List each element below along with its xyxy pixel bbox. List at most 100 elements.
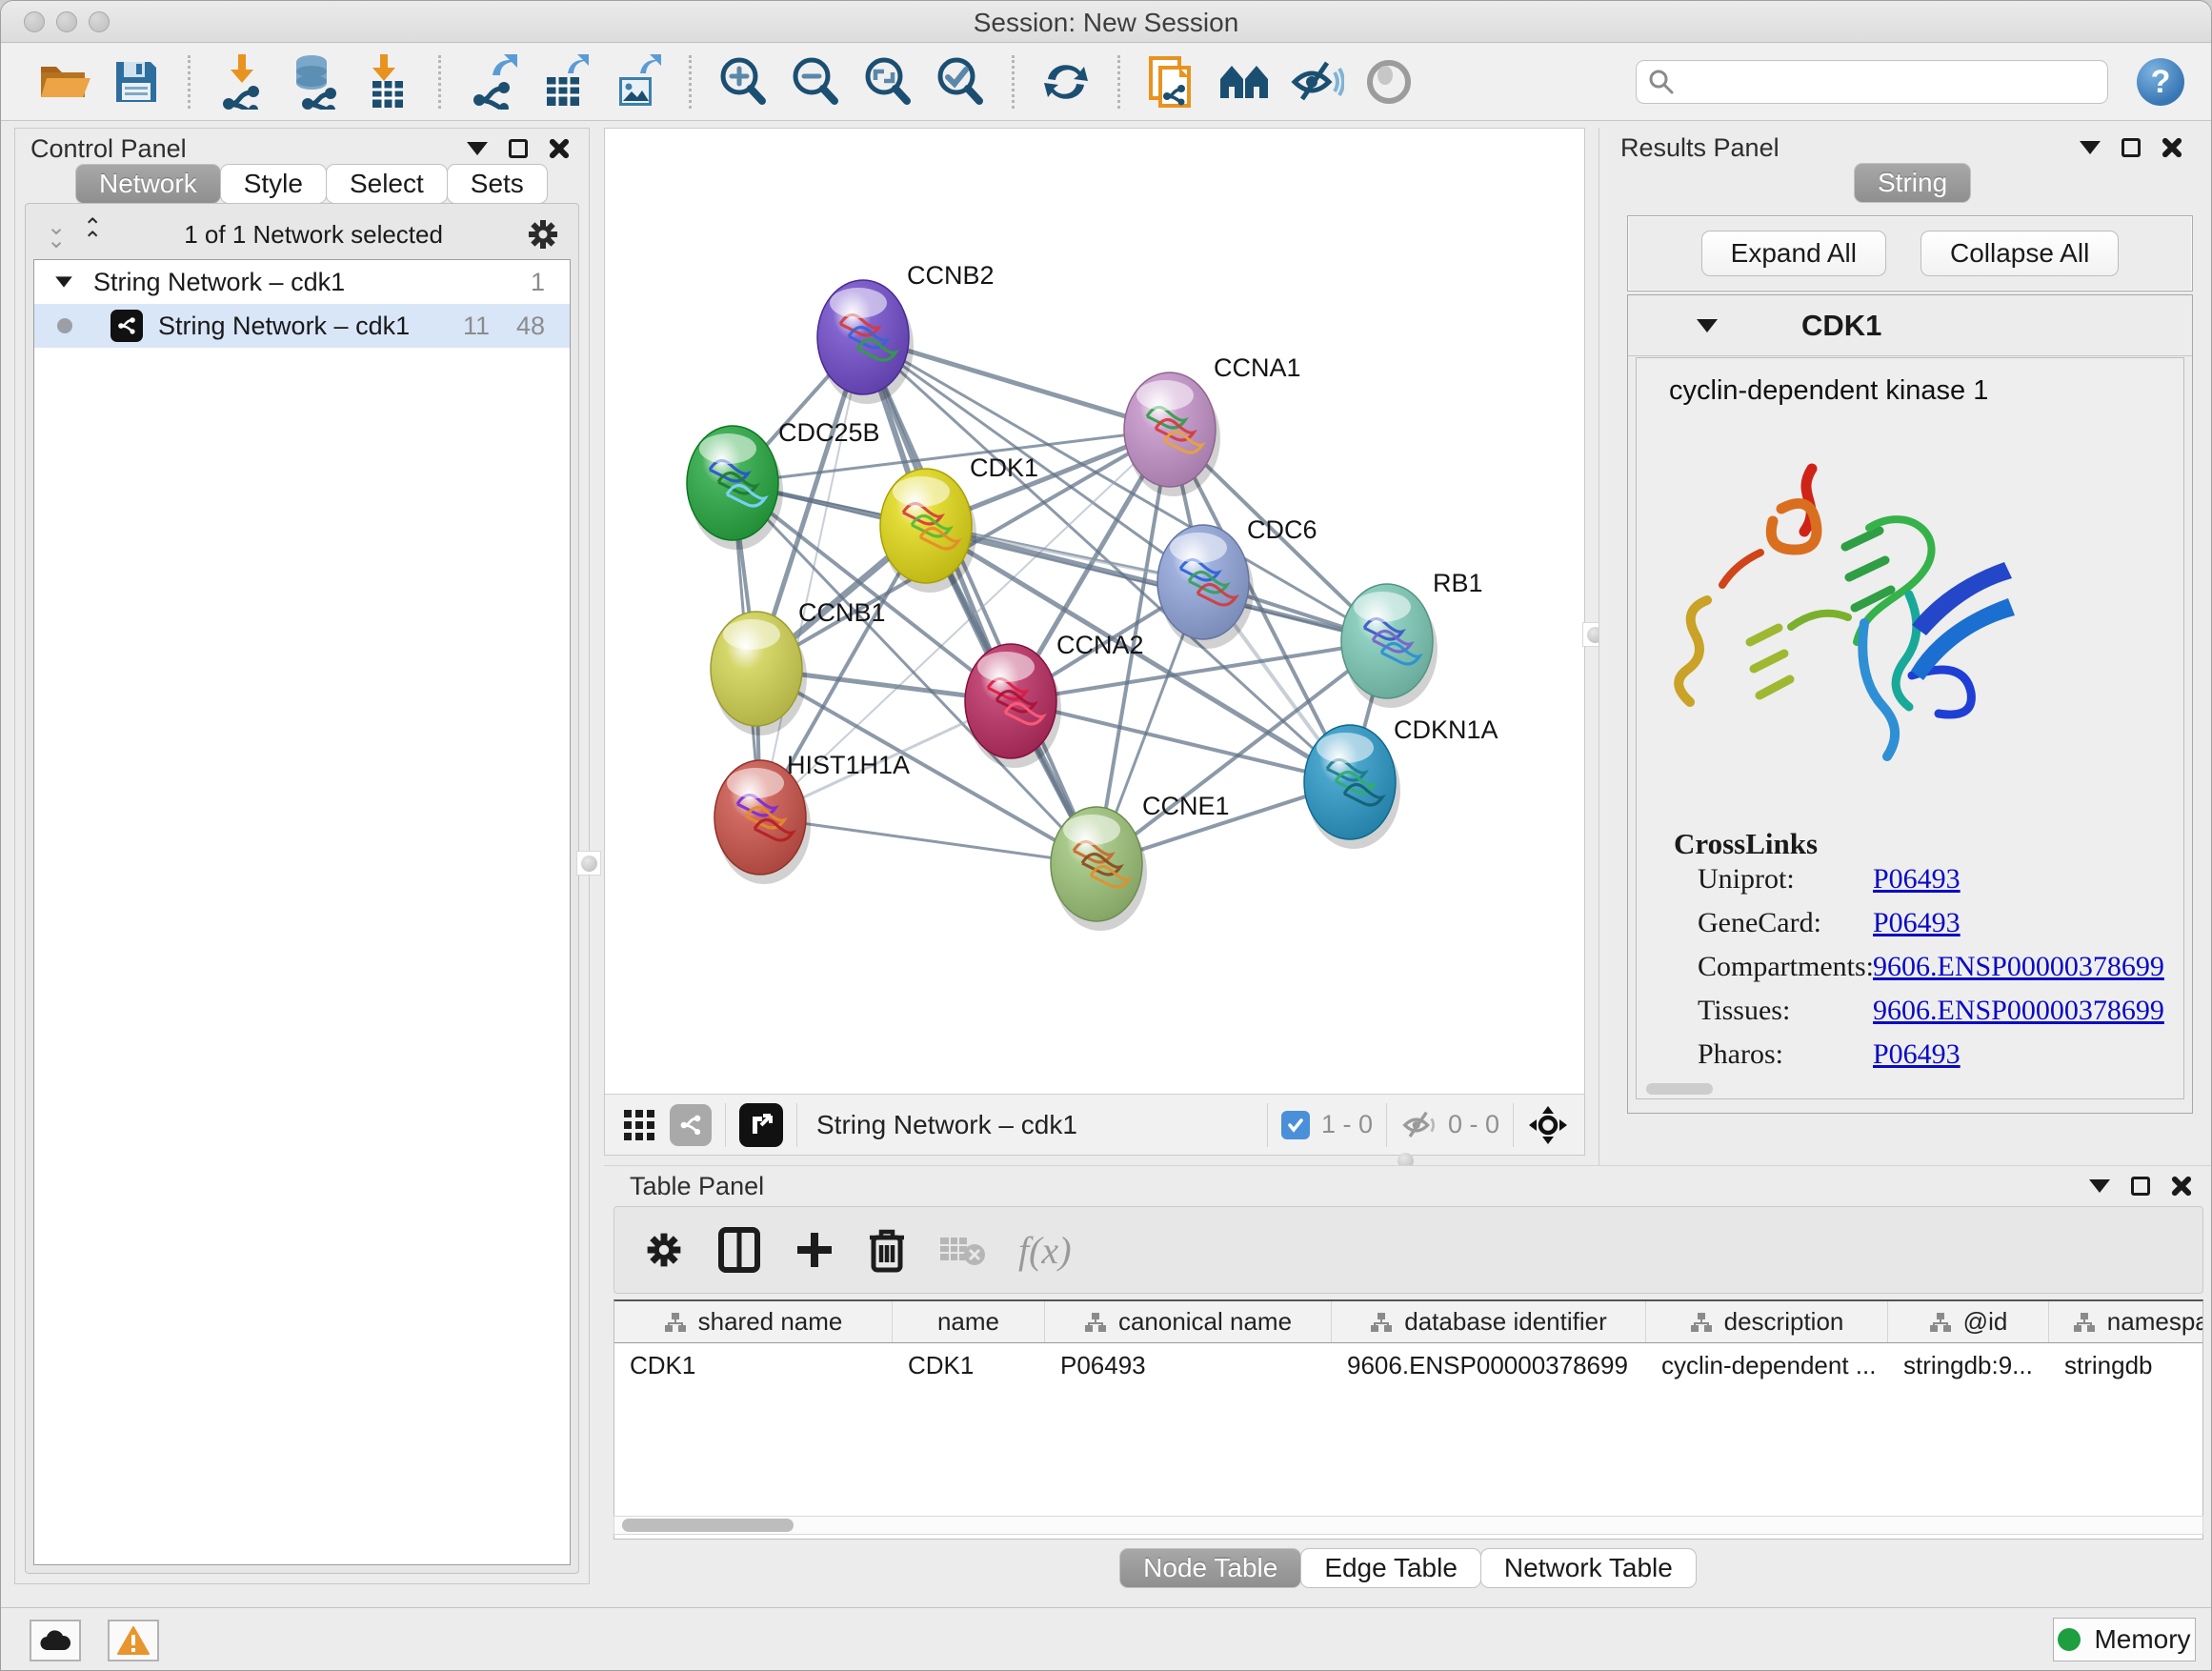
column-header-name[interactable]: name	[893, 1301, 1045, 1342]
collection-expander-icon[interactable]	[55, 276, 72, 287]
panel-menu-icon[interactable]	[467, 142, 488, 155]
tab-network-table[interactable]: Network Table	[1480, 1548, 1697, 1588]
panel-menu-icon[interactable]	[2089, 1179, 2110, 1193]
crosslink-link[interactable]: 9606.ENSP00000378699	[1873, 995, 2164, 1027]
show-graphics-details-button[interactable]	[1359, 52, 1418, 111]
network-node-CDC25B[interactable]: CDC25B	[687, 418, 880, 550]
show-columns-icon[interactable]	[717, 1226, 761, 1274]
network-node-RB1[interactable]: RB1	[1341, 569, 1483, 708]
expand-all-networks-icon[interactable]: ⌃⌃	[83, 221, 102, 248]
crosslink-link[interactable]: P06493	[1873, 907, 1961, 939]
annotations-button[interactable]	[1142, 52, 1201, 111]
export-table-button[interactable]	[535, 52, 594, 111]
cloud-status-button[interactable]	[30, 1620, 81, 1661]
zoom-selected-button[interactable]	[931, 52, 990, 111]
hide-graphics-details-button[interactable]	[1287, 52, 1346, 111]
network-node-CDKN1A[interactable]: CDKN1A	[1304, 715, 1498, 849]
cell-description[interactable]: cyclin-dependent ...	[1646, 1343, 1888, 1387]
cell-canonical-name[interactable]: P06493	[1045, 1343, 1332, 1387]
column-header-canonical-name[interactable]: canonical name	[1045, 1301, 1332, 1342]
network-icon-button[interactable]	[670, 1104, 712, 1146]
cell-namespace[interactable]: stringdb	[2049, 1343, 2203, 1387]
network-edge[interactable]	[926, 526, 1387, 641]
delete-column-icon[interactable]	[868, 1226, 906, 1274]
tab-node-table[interactable]: Node Table	[1119, 1548, 1301, 1588]
add-column-icon[interactable]	[794, 1229, 835, 1271]
network-options-gear-icon[interactable]	[525, 216, 561, 252]
column-header-description[interactable]: description	[1646, 1301, 1888, 1342]
node-entry-header[interactable]: CDK1	[1628, 295, 2192, 356]
cell-id[interactable]: stringdb:9...	[1888, 1343, 2049, 1387]
help-button[interactable]: ?	[2137, 58, 2184, 106]
refresh-view-button[interactable]	[1036, 52, 1096, 111]
tab-style[interactable]: Style	[220, 164, 327, 204]
open-session-button[interactable]	[34, 52, 93, 111]
cell-name[interactable]: CDK1	[893, 1343, 1045, 1387]
import-network-file-button[interactable]	[212, 52, 271, 111]
column-header-id[interactable]: @id	[1888, 1301, 2049, 1342]
table-header-row: shared name name canonical name database…	[614, 1301, 2202, 1343]
birdseye-view-button[interactable]	[1215, 52, 1274, 111]
tab-edge-table[interactable]: Edge Table	[1300, 1548, 1481, 1588]
panel-menu-icon[interactable]	[2080, 141, 2101, 154]
crosslink-link[interactable]: 9606.ENSP00000378699	[1873, 951, 2164, 983]
network-node-CCNE1[interactable]: CCNE1	[1051, 792, 1230, 931]
import-network-database-button[interactable]	[285, 52, 344, 111]
close-panel-icon[interactable]	[2171, 1176, 2192, 1197]
network-edge[interactable]	[760, 337, 863, 817]
selected-nodes-checkbox[interactable]	[1281, 1111, 1310, 1139]
network-node-CCNB2[interactable]: CCNB2	[817, 261, 995, 404]
export-image-button[interactable]	[608, 52, 667, 111]
grid-view-icon[interactable]	[622, 1108, 656, 1142]
scrollbar-thumb[interactable]	[622, 1519, 794, 1532]
column-header-namespace[interactable]: namespace	[2049, 1301, 2203, 1342]
zoom-out-button[interactable]	[786, 52, 845, 111]
entry-expander-icon[interactable]	[1697, 319, 1718, 332]
warnings-button[interactable]	[108, 1620, 159, 1661]
save-session-button[interactable]	[107, 52, 166, 111]
left-splitter-handle[interactable]	[576, 851, 601, 876]
table-settings-gear-icon[interactable]	[643, 1229, 685, 1271]
collapse-all-button[interactable]: Collapse All	[1920, 231, 2119, 276]
export-network-button[interactable]	[463, 52, 522, 111]
network-canvas[interactable]: CCNB2CCNA1CDC25BCDK1CDC6RB1CCNB1CCNA2CDK…	[605, 129, 1584, 1094]
zoom-in-button[interactable]	[714, 52, 773, 111]
close-panel-icon[interactable]	[549, 138, 570, 159]
toolbar-separator	[188, 55, 191, 109]
crosslink-link[interactable]: P06493	[1873, 863, 1961, 896]
close-panel-icon[interactable]	[2162, 137, 2182, 158]
column-header-shared-name[interactable]: shared name	[614, 1301, 893, 1342]
tab-sets[interactable]: Sets	[447, 164, 548, 204]
float-panel-icon[interactable]	[2131, 1177, 2150, 1196]
network-node-CDK1[interactable]: CDK1	[880, 453, 1038, 593]
center-view-icon[interactable]	[1527, 1104, 1569, 1146]
float-panel-icon[interactable]	[2122, 138, 2141, 157]
crosslink-link[interactable]: P06493	[1873, 1038, 1961, 1071]
network-node-CDC6[interactable]: CDC6	[1157, 515, 1317, 649]
table-horizontal-scrollbar[interactable]	[613, 1516, 2203, 1535]
float-panel-icon[interactable]	[509, 139, 528, 158]
search-input[interactable]	[1636, 60, 2108, 104]
network-node-HIST1H1A[interactable]: HIST1H1A	[714, 751, 910, 884]
cell-shared-name[interactable]: CDK1	[614, 1343, 893, 1387]
import-table-button[interactable]	[357, 52, 416, 111]
tab-string[interactable]: String	[1854, 163, 1971, 203]
column-header-database-identifier[interactable]: database identifier	[1332, 1301, 1646, 1342]
zoom-in-icon	[716, 55, 770, 109]
table-row[interactable]: CDK1 CDK1 P06493 9606.ENSP00000378699 cy…	[614, 1343, 2202, 1387]
network-collection-row[interactable]: String Network – cdk1 1	[34, 260, 570, 304]
cell-database-identifier[interactable]: 9606.ENSP00000378699	[1332, 1343, 1646, 1387]
network-node-CCNA1[interactable]: CCNA1	[1124, 353, 1301, 496]
results-scrollbar-thumb[interactable]	[1646, 1083, 1713, 1095]
zoom-fit-button[interactable]	[858, 52, 917, 111]
tab-select[interactable]: Select	[326, 164, 448, 204]
node-label: CCNB2	[907, 261, 995, 290]
expand-all-button[interactable]: Expand All	[1701, 231, 1886, 276]
open-in-browser-button[interactable]	[739, 1103, 783, 1147]
network-edge[interactable]	[863, 337, 1096, 864]
memory-button[interactable]: Memory	[2053, 1618, 2196, 1661]
collapse-all-networks-icon[interactable]: ⌄⌄	[47, 221, 66, 248]
network-row[interactable]: String Network – cdk1 11 48	[34, 304, 570, 348]
network-node-CCNB1[interactable]: CCNB1	[711, 598, 886, 735]
tab-network[interactable]: Network	[75, 164, 221, 204]
